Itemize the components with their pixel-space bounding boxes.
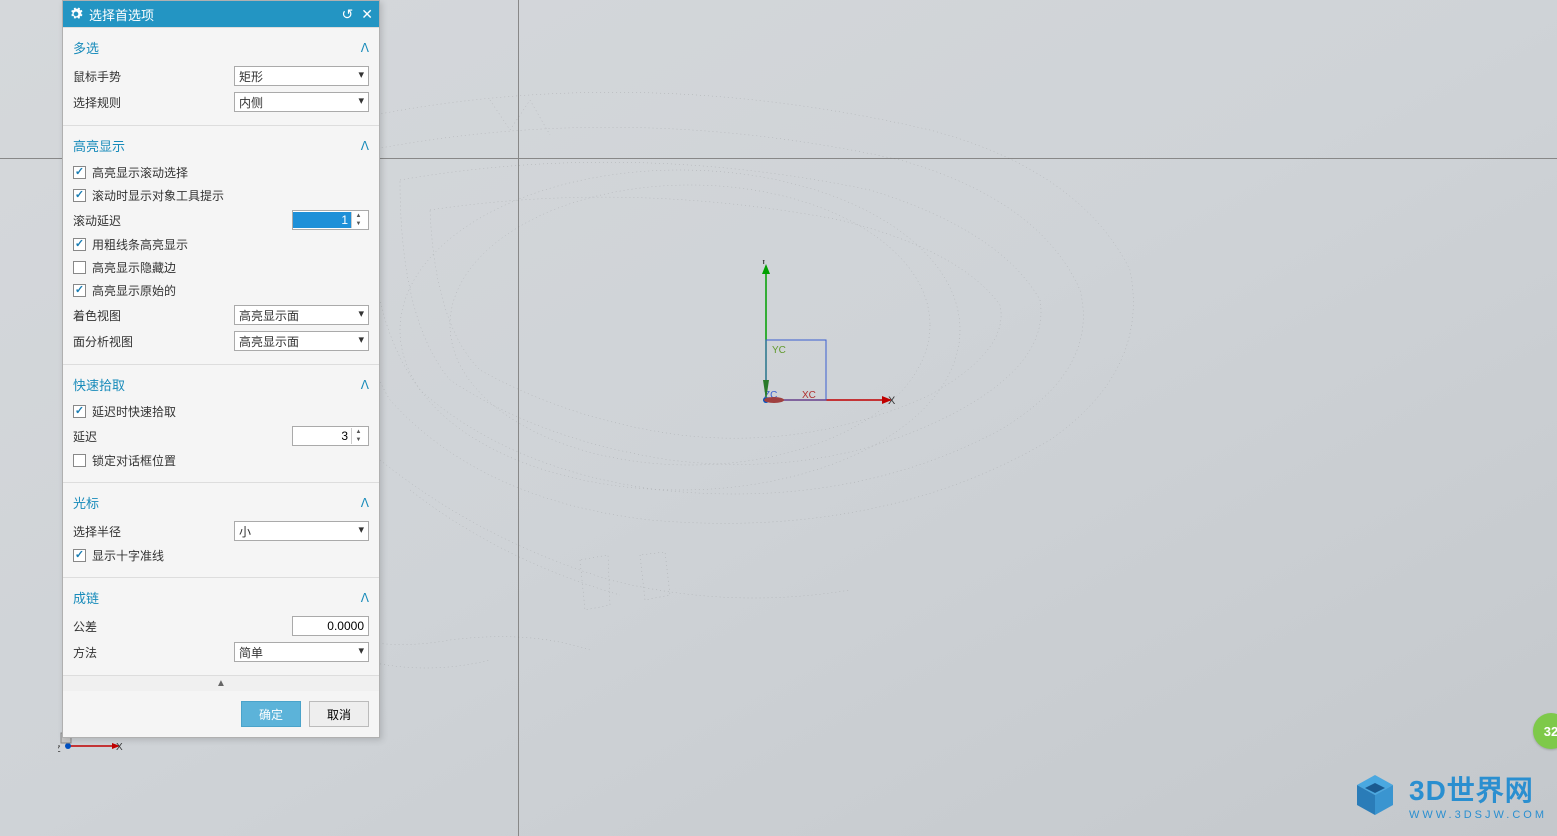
- select-radius-select[interactable]: 小: [234, 521, 369, 541]
- svg-text:XC: XC: [802, 390, 816, 401]
- section-cursor: 光标 ᐱ 选择半径 小 显示十字准线: [63, 482, 379, 577]
- roll-delay-label: 滚动延迟: [73, 212, 213, 229]
- checkbox-label: 显示十字准线: [92, 547, 164, 564]
- checkbox-crosshair[interactable]: [73, 549, 86, 562]
- checkbox-label: 高亮显示原始的: [92, 282, 176, 299]
- main-csys: Y X YC XC ZC: [756, 260, 936, 440]
- cube-logo-icon: [1351, 771, 1399, 819]
- checkbox-label: 用粗线条高亮显示: [92, 236, 188, 253]
- svg-text:Z: Z: [58, 744, 61, 754]
- svg-text:YC: YC: [772, 345, 786, 356]
- checkbox-label: 高亮显示滚动选择: [92, 164, 188, 181]
- dialog-titlebar[interactable]: 选择首选项 ↺ ✕: [63, 1, 379, 27]
- dialog-title: 选择首选项: [89, 5, 154, 24]
- crosshair-vertical: [518, 0, 519, 836]
- section-title: 高亮显示: [73, 136, 125, 155]
- cancel-button[interactable]: 取消: [309, 701, 369, 727]
- section-highlight: 高亮显示 ᐱ 高亮显示滚动选择 滚动时显示对象工具提示 滚动延迟 ▲▼ 用粗线条…: [63, 125, 379, 364]
- chevron-up-icon: ᐱ: [361, 496, 369, 510]
- mouse-gesture-select[interactable]: 矩形: [234, 66, 369, 86]
- section-title: 快速拾取: [73, 375, 125, 394]
- checkbox-original[interactable]: [73, 284, 86, 297]
- spin-down[interactable]: ▼: [352, 436, 365, 444]
- delay-spinbox[interactable]: ▲▼: [292, 426, 369, 446]
- section-header-quickpick[interactable]: 快速拾取 ᐱ: [73, 371, 369, 400]
- chevron-up-icon: ᐱ: [361, 378, 369, 392]
- shaded-view-select[interactable]: 高亮显示面: [234, 305, 369, 325]
- section-header-multi[interactable]: 多选 ᐱ: [73, 34, 369, 63]
- shaded-view-label: 着色视图: [73, 307, 213, 324]
- roll-delay-spinbox[interactable]: ▲▼: [292, 210, 369, 230]
- checkbox-label: 锁定对话框位置: [92, 452, 176, 469]
- spin-up[interactable]: ▲: [352, 428, 365, 436]
- checkbox-hidden-edges[interactable]: [73, 261, 86, 274]
- checkbox-label: 高亮显示隐藏边: [92, 259, 176, 276]
- tolerance-input[interactable]: [292, 616, 369, 636]
- watermark: 3D世界网 WWW.3DSJW.COM: [1351, 769, 1547, 821]
- chevron-up-icon: ᐱ: [361, 139, 369, 153]
- section-header-cursor[interactable]: 光标 ᐱ: [73, 489, 369, 518]
- method-select[interactable]: 简单: [234, 642, 369, 662]
- chevron-up-icon: ᐱ: [361, 41, 369, 55]
- roll-delay-input[interactable]: [293, 212, 351, 228]
- checkbox-label: 延迟时快速拾取: [92, 403, 176, 420]
- checkbox-delay-quickpick[interactable]: [73, 405, 86, 418]
- wireframe-model: [230, 40, 1230, 690]
- checkbox-roll-tooltip[interactable]: [73, 189, 86, 202]
- spin-up[interactable]: ▲: [352, 212, 365, 220]
- checkbox-roll-highlight[interactable]: [73, 166, 86, 179]
- section-quickpick: 快速拾取 ᐱ 延迟时快速拾取 延迟 ▲▼ 锁定对话框位置: [63, 364, 379, 482]
- svg-text:X: X: [116, 742, 123, 753]
- select-preferences-dialog: 选择首选项 ↺ ✕ 多选 ᐱ 鼠标手势 矩形 选择规则 内侧 高亮显示 ᐱ 高亮…: [62, 0, 380, 738]
- checkbox-label: 滚动时显示对象工具提示: [92, 187, 224, 204]
- svg-text:ZC: ZC: [764, 390, 777, 401]
- select-radius-label: 选择半径: [73, 523, 213, 540]
- section-title: 成链: [73, 588, 99, 607]
- svg-text:Y: Y: [760, 260, 768, 267]
- spin-down[interactable]: ▼: [352, 220, 365, 228]
- method-label: 方法: [73, 644, 213, 661]
- tolerance-label: 公差: [73, 618, 213, 635]
- section-multi-select: 多选 ᐱ 鼠标手势 矩形 选择规则 内侧: [63, 27, 379, 125]
- section-header-highlight[interactable]: 高亮显示 ᐱ: [73, 132, 369, 161]
- section-chain: 成链 ᐱ 公差 方法 简单: [63, 577, 379, 675]
- delay-label: 延迟: [73, 428, 213, 445]
- delay-input[interactable]: [293, 428, 351, 444]
- ok-button[interactable]: 确定: [241, 701, 301, 727]
- analysis-view-label: 面分析视图: [73, 333, 213, 350]
- collapse-bar[interactable]: ▲: [63, 675, 379, 691]
- button-row: 确定 取消: [63, 691, 379, 737]
- select-rule-select[interactable]: 内侧: [234, 92, 369, 112]
- gear-icon: [69, 7, 83, 21]
- mouse-gesture-label: 鼠标手势: [73, 68, 213, 85]
- section-title: 多选: [73, 38, 99, 57]
- watermark-url: WWW.3DSJW.COM: [1409, 809, 1547, 821]
- close-button[interactable]: ✕: [361, 7, 373, 21]
- watermark-title: 3D世界网: [1409, 769, 1547, 809]
- section-title: 光标: [73, 493, 99, 512]
- section-header-chain[interactable]: 成链 ᐱ: [73, 584, 369, 613]
- checkbox-thick-lines[interactable]: [73, 238, 86, 251]
- select-rule-label: 选择规则: [73, 94, 213, 111]
- chevron-up-icon: ᐱ: [361, 591, 369, 605]
- checkbox-lock-dialog[interactable]: [73, 454, 86, 467]
- svg-text:X: X: [888, 395, 896, 407]
- reset-button[interactable]: ↺: [342, 7, 354, 21]
- analysis-view-select[interactable]: 高亮显示面: [234, 331, 369, 351]
